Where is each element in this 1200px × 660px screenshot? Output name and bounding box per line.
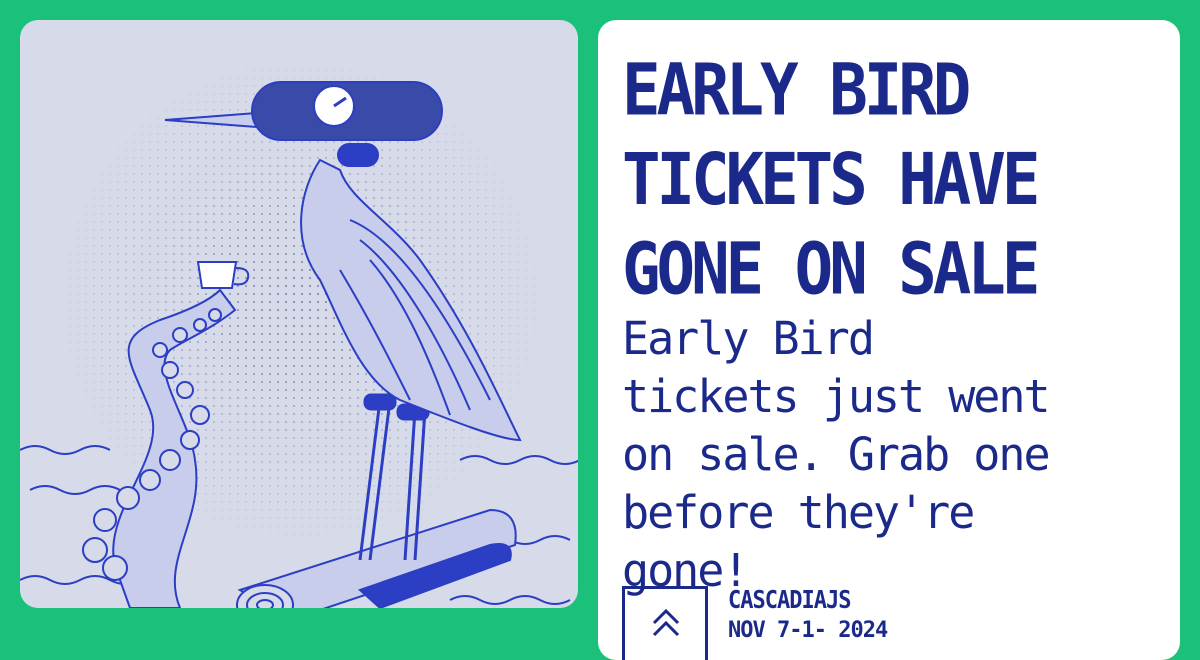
- headline-line: GONE ON SALE: [622, 228, 1040, 312]
- cascadiajs-logo: [622, 586, 708, 660]
- body-line: tickets just went: [622, 370, 1051, 423]
- body-line: on sale. Grab one: [622, 428, 1051, 481]
- brand-name: CASCADIAJS: [728, 586, 851, 615]
- headline-line: TICKETS HAVE: [622, 138, 1040, 222]
- body-line: Early Bird: [622, 312, 875, 365]
- body-text: Early Bird tickets just went on sale. Gr…: [622, 310, 1162, 600]
- event-date: NOV 7-1- 2024: [728, 618, 888, 643]
- headline-line: EARLY BIRD: [622, 49, 971, 133]
- chevrons-up-icon: [652, 608, 680, 637]
- announcement-panel: EARLY BIRD TICKETS HAVE GONE ON SALE Ear…: [598, 20, 1180, 660]
- headline: EARLY BIRD TICKETS HAVE GONE ON SALE: [622, 46, 1162, 315]
- heron-illustration: [20, 38, 578, 608]
- illustration-panel: [20, 20, 578, 608]
- body-line: before they're: [622, 486, 975, 539]
